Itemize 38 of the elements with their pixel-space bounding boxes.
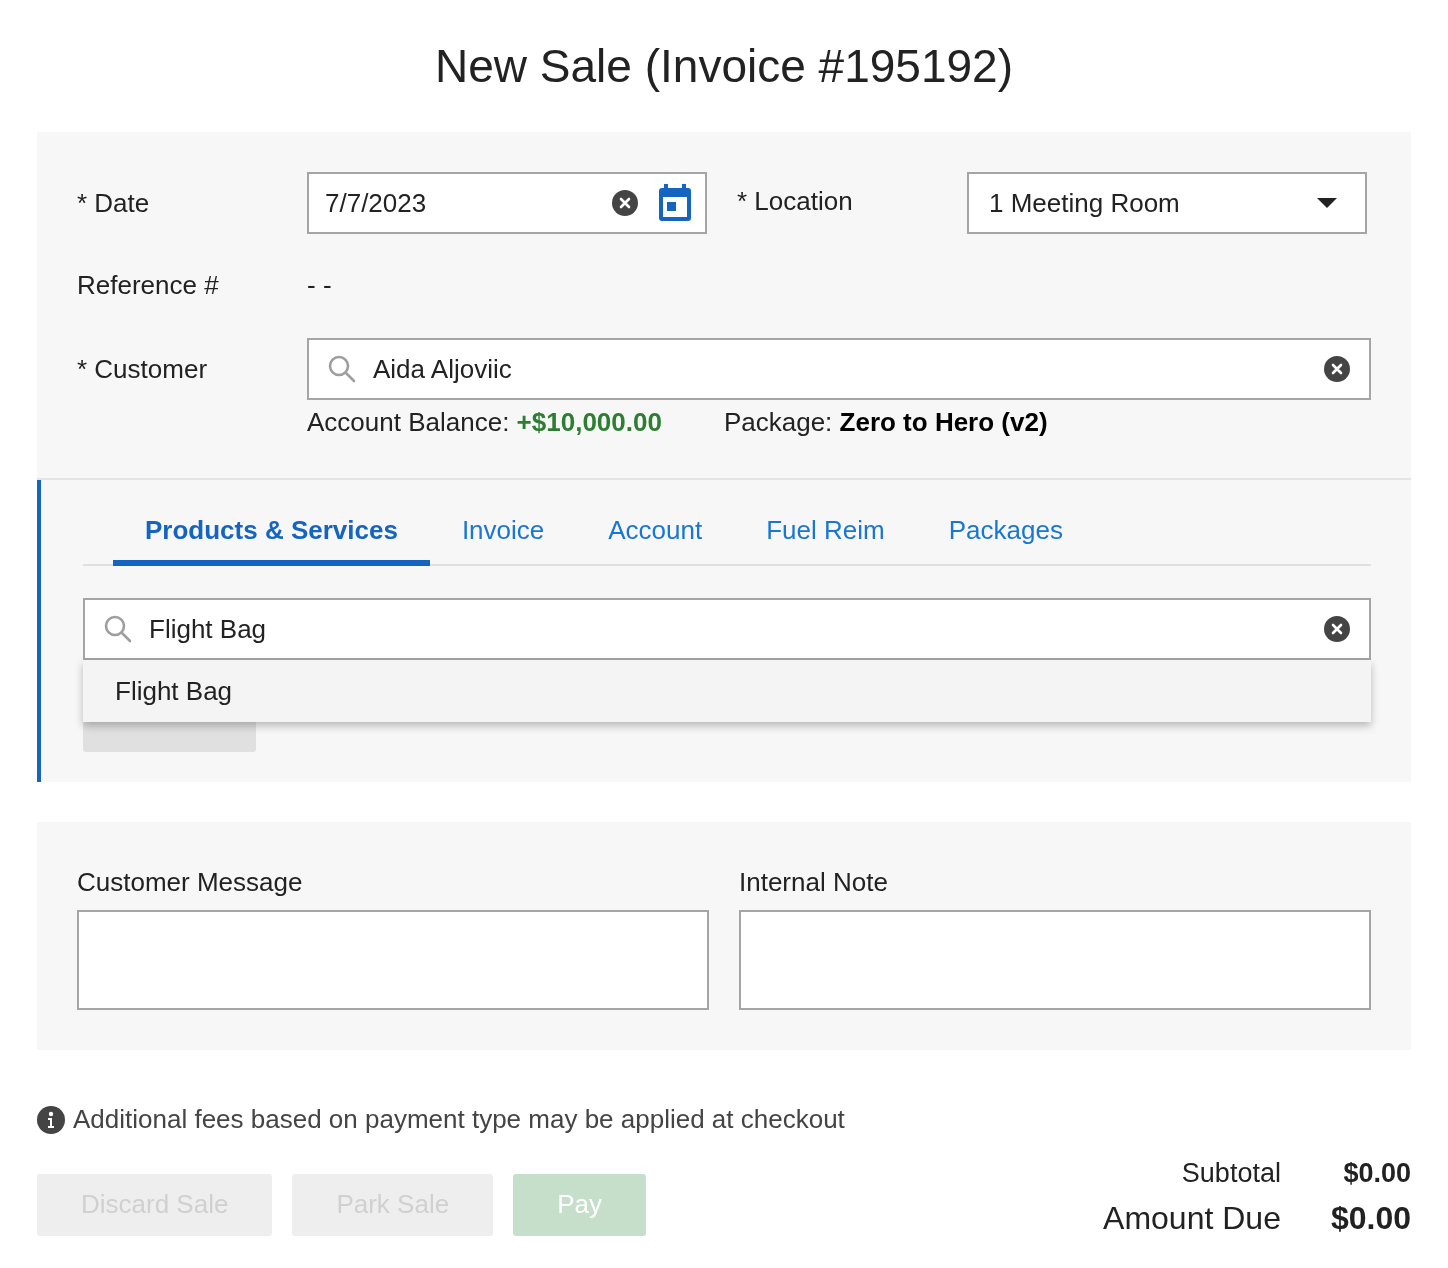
clear-icon[interactable] xyxy=(611,189,639,217)
date-value: 7/7/2023 xyxy=(325,186,428,220)
customer-value: Aida Aljoviic xyxy=(373,352,513,386)
location-label: * Location xyxy=(737,185,854,218)
package-info: Package: Zero to Hero (v2) xyxy=(723,406,1048,439)
tab[interactable]: Invoice xyxy=(429,500,577,566)
note-field[interactable] xyxy=(739,910,1371,1010)
customer-field[interactable]: Aida Aljoviic xyxy=(307,338,1371,400)
tab[interactable]: Fuel Reim xyxy=(734,500,917,566)
tab[interactable]: Account xyxy=(576,500,735,566)
search-icon xyxy=(327,354,357,384)
date-label: * Date xyxy=(77,186,151,220)
info-icon xyxy=(37,1105,65,1134)
location-select[interactable]: 1 Meeting Room xyxy=(967,172,1367,234)
date-field[interactable]: 7/7/2023 xyxy=(307,172,707,234)
clear-icon[interactable] xyxy=(1323,615,1351,643)
total-label: Subtotal xyxy=(1180,1157,1281,1190)
total-label: Amount Due xyxy=(1103,1198,1281,1238)
total-value: $0.00 xyxy=(1342,1157,1411,1190)
total-value: $0.00 xyxy=(1330,1198,1411,1238)
dropdown-caret-icon xyxy=(1317,198,1337,208)
calendar-icon[interactable] xyxy=(657,183,693,223)
account-balance: Account Balance: +$10,000.00 xyxy=(307,406,662,439)
tab[interactable]: Products & Services xyxy=(113,500,430,566)
search-icon xyxy=(103,614,133,644)
product-search-value: Flight Bag xyxy=(149,612,268,646)
page-title: New Sale (Invoice #195192) xyxy=(434,39,1014,94)
reference-label: Reference # xyxy=(77,268,220,302)
product-search-field[interactable]: Flight Bag xyxy=(83,598,1371,660)
note-field[interactable] xyxy=(77,910,709,1010)
clear-icon[interactable] xyxy=(1323,355,1351,383)
reference-value: - - xyxy=(307,268,332,302)
tab[interactable]: Packages xyxy=(916,500,1095,566)
note-label: Internal Note xyxy=(739,866,889,898)
fee-notice: Additional fees based on payment type may be applied at checkout xyxy=(73,1103,845,1136)
customer-label: * Customer xyxy=(77,353,209,386)
note-label: Customer Message xyxy=(77,866,304,898)
suggestion-item[interactable]: Flight Bag xyxy=(83,660,1371,722)
